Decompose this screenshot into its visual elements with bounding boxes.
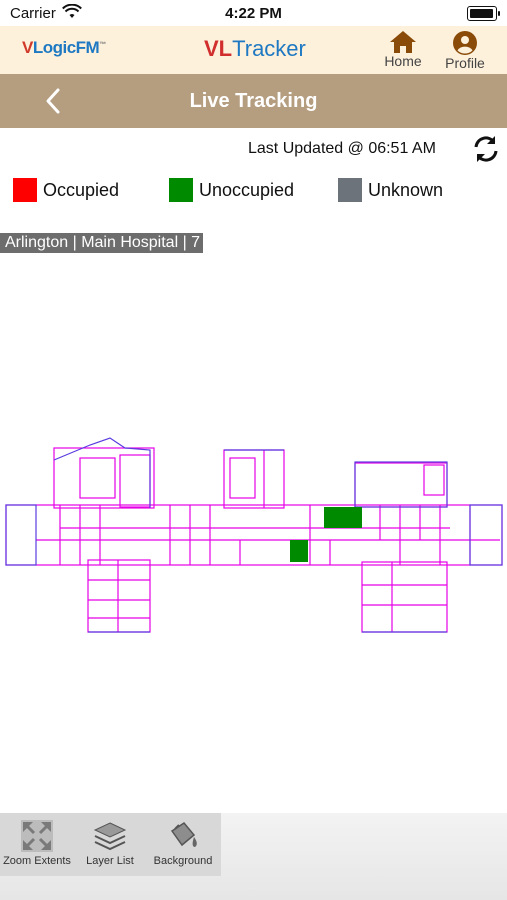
legend-swatch-unknown <box>338 178 362 202</box>
zoom-extents-label: Zoom Extents <box>3 855 71 867</box>
legend-label-unknown: Unknown <box>368 180 444 200</box>
legend-label-occupied: Occupied <box>43 180 120 200</box>
floor-plan-map[interactable] <box>0 430 507 640</box>
app-title: VLTracker <box>204 36 306 61</box>
legend-swatch-unoccupied <box>169 178 193 202</box>
location-label: Arlington | Main Hospital | 7 <box>0 233 204 253</box>
layers-icon <box>93 822 127 851</box>
background-button[interactable]: Background <box>147 819 219 879</box>
zoom-extents-icon <box>21 820 53 852</box>
legend-label-unoccupied: Unoccupied <box>199 180 295 200</box>
bottom-toolbar: Zoom Extents Layer List Background <box>0 813 507 900</box>
background-label: Background <box>153 855 213 867</box>
profile-button[interactable]: Profile <box>441 30 489 72</box>
last-updated-text: Last Updated @ 06:51 AM <box>248 140 436 157</box>
battery-icon <box>467 6 500 21</box>
status-time: 4:22 PM <box>225 5 282 22</box>
layer-list-button[interactable]: Layer List <box>74 819 146 879</box>
refresh-icon[interactable] <box>472 135 500 163</box>
layer-list-label: Layer List <box>86 855 134 867</box>
app-header: VLogicFM™ VLTracker Home Profile <box>0 26 507 74</box>
status-bar: Carrier 4:22 PM <box>0 0 507 26</box>
page-title: Live Tracking <box>189 90 318 112</box>
profile-label: Profile <box>445 55 485 71</box>
legend-swatch-occupied <box>13 178 37 202</box>
zoom-extents-button[interactable]: Zoom Extents <box>1 819 73 879</box>
nav-bar: Live Tracking <box>0 74 507 128</box>
vlogicfm-logo: VLogicFM™ <box>22 38 106 57</box>
paint-bucket-icon <box>170 822 197 847</box>
home-button[interactable]: Home <box>379 30 427 72</box>
home-label: Home <box>384 53 422 69</box>
profile-icon <box>453 31 477 55</box>
home-icon <box>390 31 416 53</box>
map-tools-group: Zoom Extents Layer List Background <box>0 813 221 876</box>
